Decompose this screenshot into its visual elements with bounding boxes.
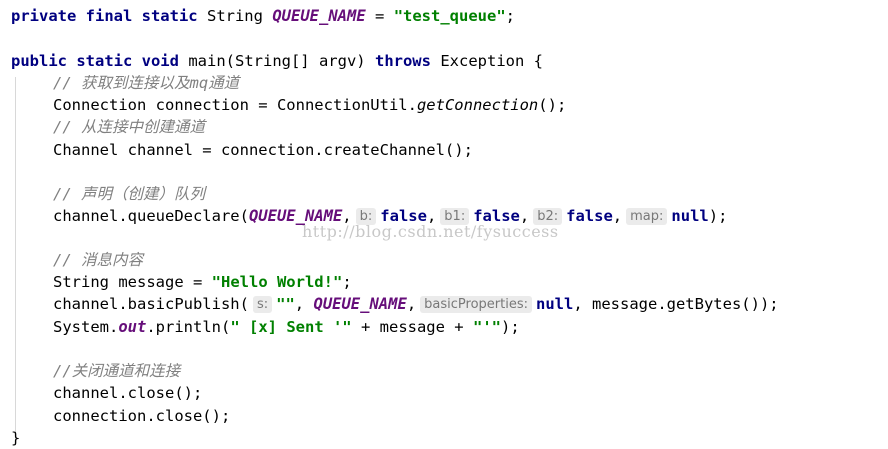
static-method-call: getConnection xyxy=(416,96,539,114)
string-literal: "test_queue" xyxy=(393,7,506,25)
punctuation: ; xyxy=(505,7,516,25)
constant-name: QUEUE_NAME xyxy=(313,295,407,313)
keyword: public static void xyxy=(11,52,179,70)
comment-line: // 从连接中创建通道 xyxy=(53,118,205,136)
punctuation: ); xyxy=(500,318,520,336)
punctuation: , xyxy=(294,295,305,313)
code-line-get-connection: Connection connection = ConnectionUtil.g… xyxy=(53,94,566,116)
code-line-basic-publish: channel.basicPublish(s: "", QUEUE_NAME, ba… xyxy=(53,293,779,315)
code-text: + message + xyxy=(351,318,473,336)
watermark-text: http://blog.csdn.net/fysuccess xyxy=(302,222,559,241)
code-text: .println( xyxy=(146,318,231,336)
code-line-main-signature: public static void main(String[] argv) t… xyxy=(11,50,543,72)
keyword-literal: false xyxy=(566,207,613,225)
code-line-channel-close: channel.close(); xyxy=(53,384,203,402)
code-text: String message = xyxy=(53,273,203,291)
keyword: private final static xyxy=(11,7,198,25)
parameter-hint: basicProperties: xyxy=(420,296,532,313)
string-literal: "" xyxy=(276,295,295,313)
punctuation: ; xyxy=(342,273,352,291)
code-editor[interactable]: private final static String QUEUE_NAME =… xyxy=(0,0,888,447)
code-text: channel.queueDeclare( xyxy=(53,207,249,225)
comment-line: // 消息内容 xyxy=(53,251,143,269)
type-name: String xyxy=(206,7,263,25)
exception-type: Exception { xyxy=(440,52,543,70)
string-literal: "Hello World!" xyxy=(211,273,343,291)
code-line-queue-name: private final static String QUEUE_NAME =… xyxy=(11,5,515,27)
string-literal: " [x] Sent '" xyxy=(230,318,352,336)
parameter-hint: s: xyxy=(252,296,273,313)
code-line-message: String message = "Hello World!"; xyxy=(53,271,352,293)
punctuation: ); xyxy=(708,207,728,225)
constant-name: QUEUE_NAME xyxy=(272,7,366,25)
code-text: Connection connection = ConnectionUtil. xyxy=(53,96,417,114)
parameter-hint: map: xyxy=(626,208,668,225)
keyword-throws: throws xyxy=(374,52,431,70)
keyword-literal: null xyxy=(536,295,574,313)
indent-guide xyxy=(15,77,16,439)
operator: = xyxy=(375,7,385,25)
punctuation: , xyxy=(406,295,417,313)
code-line-create-channel: Channel channel = connection.createChann… xyxy=(53,141,473,159)
keyword-literal: null xyxy=(671,207,709,225)
punctuation: , xyxy=(612,207,623,225)
code-line-connection-close: connection.close(); xyxy=(53,407,231,425)
comment-line: // 获取到连接以及mq通道 xyxy=(53,74,240,92)
code-text: (); xyxy=(538,96,567,114)
string-literal: "'" xyxy=(472,318,501,336)
closing-brace: } xyxy=(11,429,21,447)
code-text: , message.getBytes()); xyxy=(573,295,779,313)
code-line-println: System.out.println(" [x] Sent '" + messa… xyxy=(53,316,520,338)
code-text: System. xyxy=(53,318,119,336)
method-signature: main(String[] argv) xyxy=(188,52,366,70)
comment-line: //关闭通道和连接 xyxy=(53,362,181,380)
static-field: out xyxy=(118,318,147,336)
code-text: channel.basicPublish( xyxy=(53,295,249,313)
comment-line: // 声明（创建）队列 xyxy=(53,185,205,203)
